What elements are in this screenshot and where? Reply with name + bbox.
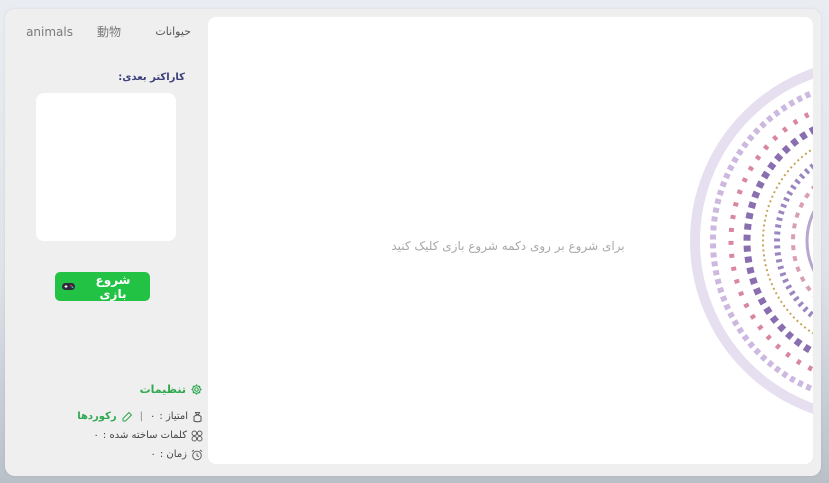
game-board[interactable]: برای شروع بر روی دکمه شروع بازی کلیک کنی… (208, 17, 813, 464)
divider: | (139, 411, 144, 422)
start-hint-text: برای شروع بر روی دکمه شروع بازی کلیک کنی… (391, 239, 625, 253)
words-value: ۰ (93, 430, 99, 441)
ornament-decoration (690, 68, 813, 414)
stats-panel: امتیاز : ۰ | رکوردها کلمات ساخته شده : ۰ (13, 407, 203, 464)
score-row: امتیاز : ۰ | رکوردها (13, 407, 203, 426)
tab-category-japanese[interactable]: 動物 (97, 23, 121, 41)
money-bag-icon (192, 411, 203, 423)
time-label: زمان : (159, 449, 187, 460)
pencil-edit-icon (121, 411, 133, 423)
category-tabs: حيوانات 動物 animals (14, 23, 197, 49)
game-window: حيوانات 動物 animals کاراکتر بعدی: شروع با… (5, 9, 821, 476)
circles-icon (191, 430, 203, 442)
settings-label: تنظیمات (139, 382, 186, 396)
gamepad-icon (61, 281, 76, 292)
score-value: ۰ (150, 411, 156, 422)
tab-category-arabic[interactable]: حيوانات (155, 23, 191, 41)
time-row: زمان : ۰ (13, 445, 203, 464)
records-link[interactable]: رکوردها (77, 411, 116, 422)
gear-icon (190, 383, 203, 396)
settings-link[interactable]: تنظیمات (75, 380, 203, 398)
words-row: کلمات ساخته شده : ۰ (13, 426, 203, 445)
words-label: کلمات ساخته شده : (102, 430, 187, 441)
start-game-button[interactable]: شروع بازی (55, 272, 150, 301)
alarm-clock-icon (191, 449, 203, 461)
next-character-label: کاراکتر بعدی: (118, 72, 185, 83)
tab-category-english[interactable]: animals (26, 23, 73, 41)
next-character-box (36, 93, 176, 241)
start-button-label: شروع بازی (95, 272, 131, 301)
score-label: امتیاز : (159, 411, 188, 422)
time-value: ۰ (150, 449, 156, 460)
sidebar: حيوانات 動物 animals کاراکتر بعدی: شروع با… (5, 9, 205, 476)
